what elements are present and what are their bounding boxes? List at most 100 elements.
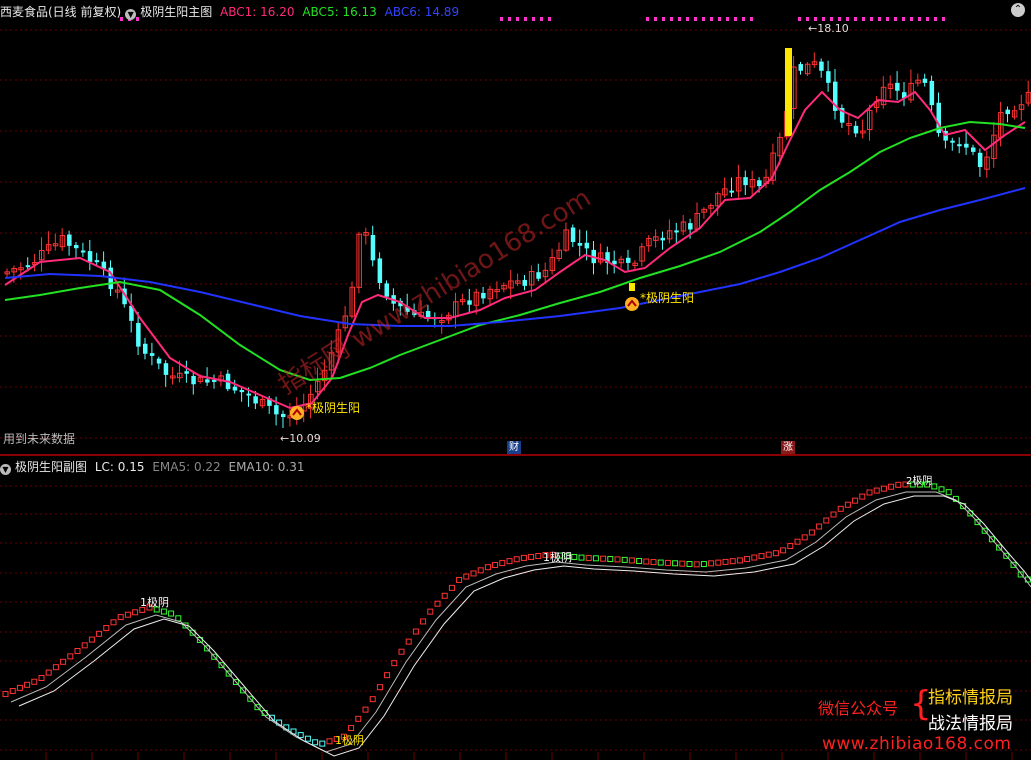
lc-square (103, 625, 110, 632)
candle-body (67, 234, 72, 246)
candle-body (274, 405, 279, 415)
peak-label: 1极阴 (140, 595, 169, 609)
lc-square (38, 675, 45, 681)
candle-body (757, 180, 762, 187)
stock-title[interactable]: 西麦食品(日线 前复权) (0, 5, 121, 19)
candle-body (570, 227, 576, 243)
lc-square (938, 486, 945, 493)
lc-square (787, 543, 794, 550)
signal-marker (830, 17, 833, 21)
candle-body (25, 265, 31, 268)
lc-square (67, 653, 74, 660)
lc-square (348, 725, 355, 732)
signal-marker (532, 17, 535, 21)
signal-marker (516, 17, 519, 21)
candle-body (743, 177, 748, 186)
lc-square (448, 584, 455, 591)
signal-marker (806, 17, 809, 21)
sub-indicator-title[interactable]: 极阴生阳副图 (15, 460, 87, 474)
lc-square (578, 554, 585, 561)
lc-square (110, 619, 117, 626)
lc-square (772, 550, 779, 557)
lc-square (880, 485, 887, 492)
signal-marker (798, 17, 801, 21)
signal-marker (686, 17, 689, 21)
lc-square (866, 489, 873, 496)
lc-square (477, 567, 484, 574)
lc-square (657, 559, 664, 566)
lc-square (168, 610, 175, 617)
low-price-label: ←10.09 (280, 432, 321, 445)
signal-marker (670, 17, 673, 21)
signal-marker (742, 17, 745, 21)
lc-square (528, 553, 535, 560)
lc-square (621, 556, 628, 563)
lc-square (160, 608, 167, 615)
lc-square (700, 561, 707, 568)
lc-square (945, 489, 952, 496)
candle-body (232, 386, 238, 391)
limit-up-badge[interactable]: 涨 (781, 441, 795, 454)
sub-chart-canvas[interactable]: 1极阴 1极阴 1极阴 2极阴 (0, 456, 1031, 760)
dropdown-icon[interactable]: ▼ (125, 9, 137, 20)
candle-body (281, 413, 286, 418)
signal-marker (500, 17, 503, 21)
signal-label: *极阴生阳 (640, 291, 694, 305)
lc-square (132, 609, 139, 616)
lc-square (326, 738, 333, 745)
lc-square (304, 735, 311, 742)
signal-marker (750, 17, 753, 21)
financial-badge[interactable]: 财 (507, 441, 521, 454)
lc-square (175, 615, 182, 622)
lc-square (74, 648, 81, 654)
lc-square (427, 608, 434, 615)
candle-body (577, 243, 583, 246)
lc-square (513, 556, 520, 563)
lc-square (873, 487, 880, 494)
lc-square (60, 658, 67, 665)
candle-body (674, 230, 679, 233)
signal-marker (942, 17, 945, 21)
lc-square (679, 560, 686, 567)
signal-marker (694, 17, 697, 21)
main-chart-canvas[interactable]: ←18.10 ←10.09 *极阴生阳 *极阴生阳 (0, 0, 1031, 454)
signal-marker (646, 17, 649, 21)
sub-chart-panel[interactable]: 1极阴 1极阴 1极阴 2极阴 ▼ 极阴生阳副图 LC: 0.15 EMA5: 0.22… (0, 456, 1031, 760)
candle-body (626, 257, 631, 263)
signal-label: *极阴生阳 (306, 401, 360, 415)
indicator-title[interactable]: 极阴生阳主图 (140, 5, 212, 19)
signal-marker (878, 17, 881, 21)
lc-square (355, 715, 362, 722)
signal-marker (886, 17, 889, 21)
highlight-bar (629, 283, 635, 291)
lc-square (2, 691, 9, 698)
signal-icon (290, 406, 304, 420)
signal-marker (910, 17, 913, 21)
lc-square (816, 523, 823, 530)
lc-square (780, 547, 787, 554)
lc-square (506, 558, 513, 565)
lc-square (520, 554, 527, 561)
candle-body (253, 396, 258, 404)
candle-body (467, 300, 472, 305)
candle-body (80, 250, 86, 253)
dropdown-icon[interactable]: ▼ (0, 464, 11, 475)
trough-label: 1极阴 (335, 733, 364, 747)
collapse-icon[interactable]: ⌃ (1011, 3, 1025, 17)
main-chart-panel[interactable]: ←18.10 ←10.09 *极阴生阳 *极阴生阳 西麦食品(日线 前复权) ▼ 极阴生阳… (0, 0, 1031, 454)
lc-square (592, 555, 599, 562)
lc-square (88, 636, 95, 643)
candle-body (798, 64, 803, 71)
lc-square (888, 483, 895, 490)
lc-square (837, 505, 844, 512)
lc-square (492, 562, 499, 569)
lc-square (535, 552, 542, 559)
candle-body (964, 143, 969, 148)
candle-body (94, 260, 100, 263)
lc-square (420, 618, 427, 625)
ema10-line (18, 495, 1031, 757)
peak-label: 1极阴 (543, 550, 572, 564)
lc-square (398, 648, 405, 655)
signal-marker (678, 17, 681, 21)
candle-body (205, 379, 210, 383)
